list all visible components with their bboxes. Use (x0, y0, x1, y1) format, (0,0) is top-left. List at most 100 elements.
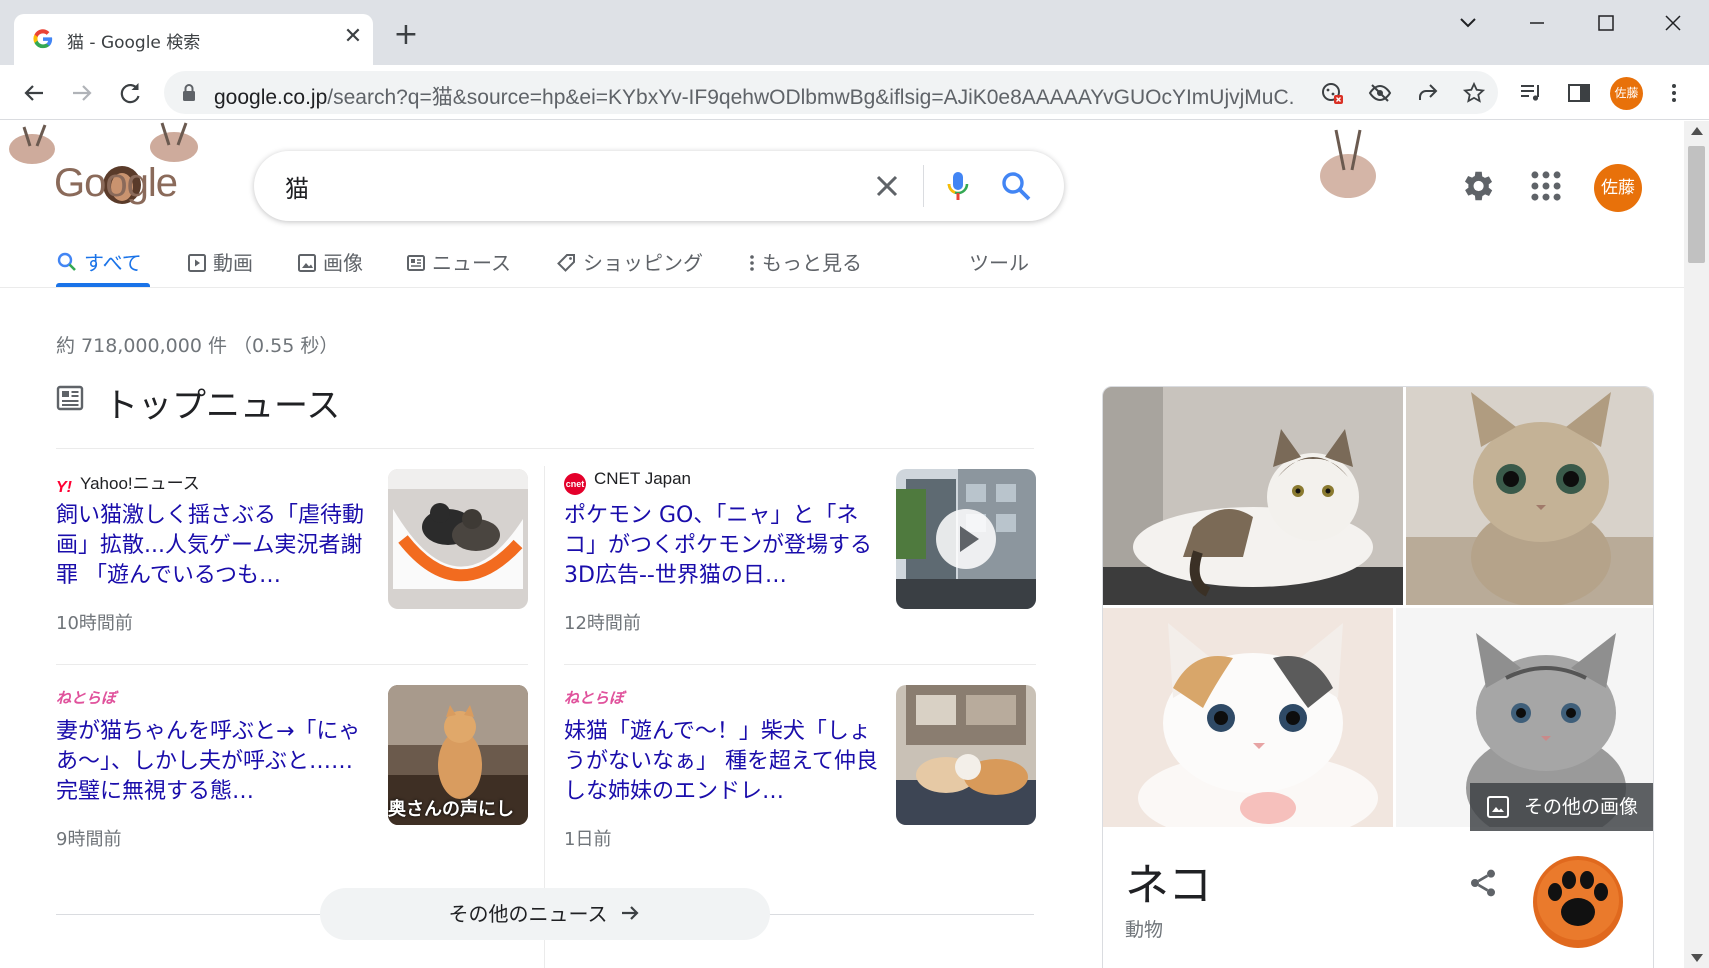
nlab-logo-icon: ねとらぼ (56, 690, 117, 707)
search-tabs: すべて 動画 画像 ニュース ショッピング もっと見る ツール (0, 247, 1684, 287)
nlab-logo-icon: ねとらぼ (564, 690, 625, 707)
back-icon[interactable] (18, 77, 50, 109)
browser-tab[interactable]: 猫 - Google 検索 ✕ (14, 14, 373, 65)
cat-photo (1406, 387, 1653, 605)
play-icon[interactable] (934, 507, 998, 571)
window-close-icon[interactable] (1653, 8, 1693, 38)
news-icon (407, 255, 425, 271)
news-thumbnail[interactable] (896, 685, 1036, 825)
profile-avatar-chip[interactable]: 佐藤 (1610, 77, 1643, 110)
search-small-icon (57, 252, 76, 271)
minimize-icon[interactable] (1517, 8, 1557, 38)
paw-icon[interactable] (1531, 850, 1625, 950)
clear-icon[interactable] (871, 170, 903, 202)
tab-videos-label: 動画 (213, 251, 253, 275)
maximize-icon[interactable] (1585, 8, 1625, 38)
news-headline[interactable]: 飼い猫激しく揺さぶる「虐待動画」拡散...人気ゲーム実況者謝罪 「遊んでいるつも… (56, 501, 376, 593)
cnet-logo-icon: cnet (564, 473, 586, 495)
news-card[interactable]: cnet CNET Japan ポケモン GO、「ニャ」と「ネコ」がつくポケモンが… (564, 469, 1036, 665)
doodle-wordmark: Google (54, 161, 178, 205)
result-stats: 約 718,000,000 件 （0.55 秒） (56, 335, 339, 357)
search-results-page: Google 猫 佐藤 すべて 動画 画像 ニュース ショッピング もっと見る … (0, 121, 1684, 968)
image-icon (298, 254, 316, 272)
tab-all[interactable]: すべて (56, 247, 142, 287)
news-source: cnet CNET Japan (564, 469, 691, 495)
tab-shopping[interactable]: ショッピング (557, 247, 703, 287)
browser-toolbar: google.co.jp/search?q=猫&source=hp&ei=KYb… (0, 65, 1709, 120)
more-images-button[interactable]: その他の画像 (1470, 783, 1653, 831)
news-time: 9時間前 (56, 829, 122, 850)
lock-icon[interactable] (181, 83, 197, 101)
scroll-up-icon[interactable] (1691, 127, 1703, 135)
news-time: 10時間前 (56, 613, 133, 634)
news-card[interactable]: ねとらぼ 妹猫「遊んで～！」柴犬「しょうがないなぁ」 種を超えて仲良しな姉妹のエ… (564, 685, 1036, 875)
tab-close-icon[interactable]: ✕ (340, 24, 366, 50)
browser-menu-icon[interactable] (1660, 79, 1688, 107)
news-card[interactable]: ねとらぼ 妻が猫ちゃんを呼ぶと→「にゃあ～」、しかし夫が呼ぶと…… 完璧に無視す… (56, 685, 528, 875)
news-headline[interactable]: 妹猫「遊んで～！」柴犬「しょうがないなぁ」 種を超えて仲良しな姉妹のエンドレ… (564, 717, 884, 809)
more-news-label: その他のニュース (448, 902, 608, 926)
tab-images[interactable]: 画像 (297, 247, 363, 287)
cookie-blocked-icon[interactable] (1320, 81, 1344, 105)
tab-shopping-label: ショッピング (583, 251, 703, 275)
google-apps-icon[interactable] (1527, 167, 1565, 205)
news-thumbnail[interactable] (388, 469, 528, 609)
tab-search-icon[interactable] (1448, 8, 1488, 38)
search-icon[interactable] (998, 168, 1034, 204)
search-input[interactable]: 猫 (285, 169, 309, 204)
kp-title: ネコ (1125, 860, 1213, 911)
tab-more[interactable]: もっと見る (748, 247, 862, 287)
tracking-protection-icon[interactable] (1368, 81, 1392, 105)
google-favicon-icon (33, 29, 53, 49)
account-avatar[interactable]: 佐藤 (1594, 164, 1642, 212)
url-path: /search?q=猫&source=hp&ei=KYbxYv-IF9qehwO… (327, 86, 1294, 109)
scroll-down-icon[interactable] (1691, 954, 1703, 962)
news-source: Y! Yahoo!ニュース (56, 469, 200, 497)
tab-news[interactable]: ニュース (406, 247, 511, 287)
news-thumbnail[interactable]: 奥さんの声にし (388, 685, 528, 825)
news-source-name: CNET Japan (594, 469, 692, 488)
news-source: ねとらぼ (564, 685, 632, 708)
tab-more-label: もっと見る (762, 251, 862, 275)
tab-tools[interactable]: ツール (969, 247, 1029, 287)
share-icon[interactable] (1467, 867, 1499, 899)
more-news-button[interactable]: その他のニュース (320, 888, 770, 940)
news-headline[interactable]: 妻が猫ちゃんを呼ぶと→「にゃあ～」、しかし夫が呼ぶと…… 完璧に無視する態… (56, 717, 376, 809)
news-card-divider (564, 664, 1036, 665)
tab-news-label: ニュース (432, 251, 511, 275)
scroll-thumb[interactable] (1688, 146, 1705, 263)
tab-videos[interactable]: 動画 (187, 247, 253, 287)
knowledge-panel: その他の画像 ネコ 動物 (1102, 386, 1654, 968)
bookmark-star-icon[interactable] (1462, 81, 1486, 105)
settings-gear-icon[interactable] (1458, 167, 1496, 205)
new-tab-button[interactable]: + (390, 20, 422, 52)
side-panel-icon[interactable] (1565, 79, 1593, 107)
url-text[interactable]: google.co.jp/search?q=猫&source=hp&ei=KYb… (214, 81, 1294, 111)
tab-all-label: すべて (84, 251, 142, 275)
kp-image-calico-kitten[interactable] (1103, 608, 1393, 827)
news-card[interactable]: Y! Yahoo!ニュース 飼い猫激しく揺さぶる「虐待動画」拡散...人気ゲーム実… (56, 469, 528, 665)
microphone-icon[interactable] (940, 168, 976, 204)
thumbnail-caption: 奥さんの声にし (388, 799, 514, 820)
page-scrollbar[interactable] (1684, 121, 1709, 968)
address-bar[interactable]: google.co.jp/search?q=猫&source=hp&ei=KYb… (164, 71, 1498, 114)
tab-images-label: 画像 (323, 251, 363, 275)
kp-image-munchkin[interactable] (1406, 387, 1653, 605)
google-doodle-logo[interactable]: Google (4, 121, 204, 216)
image-icon (1487, 796, 1509, 818)
share-icon[interactable] (1416, 81, 1440, 105)
doodle-palette-icon (1320, 129, 1376, 198)
forward-icon[interactable] (66, 77, 98, 109)
news-headline[interactable]: ポケモン GO、「ニャ」と「ネコ」がつくポケモンが登場する3D広告--世界猫の日… (564, 501, 884, 593)
news-time: 1日前 (564, 829, 612, 850)
yahoo-logo-icon: Y! (56, 479, 72, 496)
tabs-divider (0, 287, 1684, 288)
search-box[interactable]: 猫 (254, 151, 1064, 221)
news-video-thumbnail[interactable] (896, 469, 1036, 609)
url-host: google.co.jp (214, 86, 328, 109)
reload-icon[interactable] (114, 77, 146, 109)
search-divider (923, 165, 924, 207)
reading-list-icon[interactable] (1517, 79, 1545, 107)
kp-image-tabby-white[interactable] (1103, 387, 1403, 605)
news-top-divider (56, 448, 1034, 449)
